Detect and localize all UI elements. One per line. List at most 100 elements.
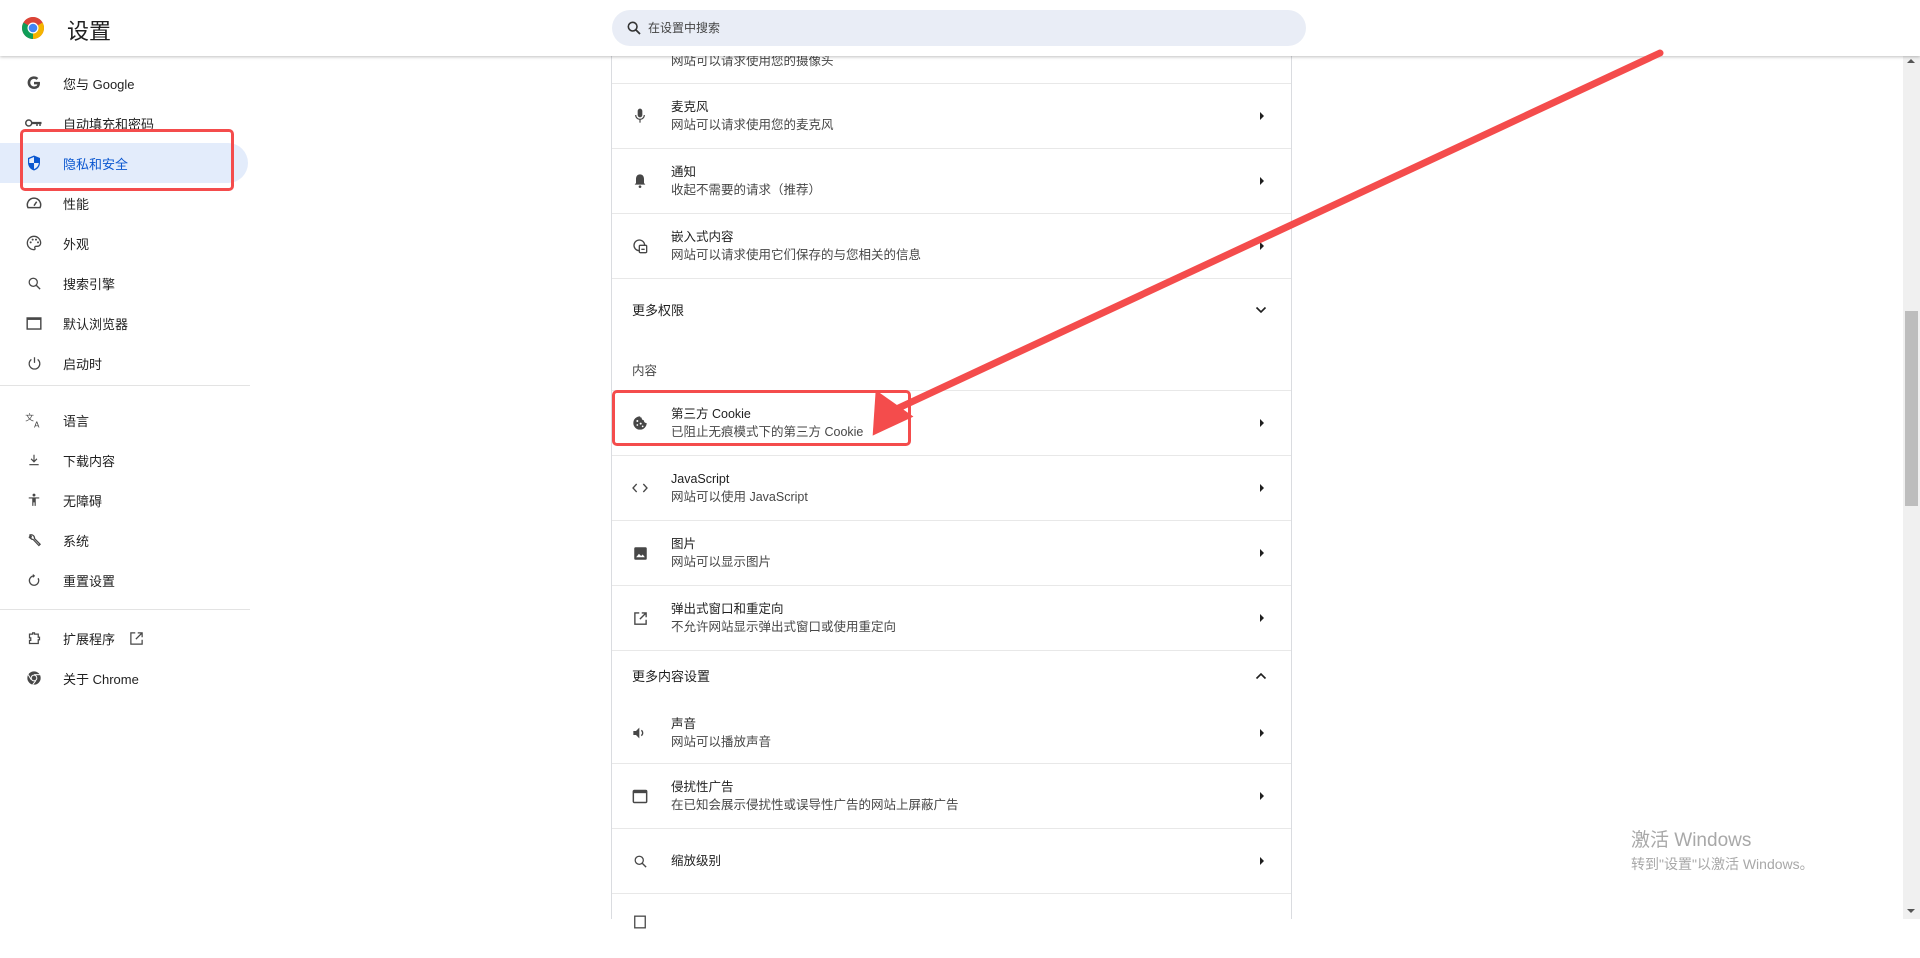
wrench-icon [24, 530, 44, 550]
windows-activation-watermark: 激活 Windows 转到"设置"以激活 Windows。 [1631, 825, 1814, 874]
code-icon [630, 478, 650, 498]
row-title: 缩放级别 [671, 854, 722, 868]
notifications-row[interactable]: 通知收起不需要的请求（推荐） [612, 148, 1291, 213]
arrow-right-icon [1260, 549, 1264, 557]
sidebar-item-accessibility[interactable]: 无障碍 [0, 480, 248, 520]
arrow-right-icon [1260, 112, 1264, 120]
arrow-right-icon [1260, 177, 1264, 185]
reset-icon [24, 570, 44, 590]
sidebar-item-label: 搜索引擎 [63, 276, 116, 292]
scroll-up-arrow-icon[interactable] [1907, 59, 1915, 63]
arrow-right-icon [1260, 728, 1264, 737]
scroll-down-arrow-icon[interactable] [1907, 909, 1915, 913]
chevron-up-icon [1255, 672, 1267, 679]
row-subtitle: 网站可以显示图片 [671, 555, 772, 569]
sidebar-item-extensions[interactable]: 扩展程序 [0, 618, 248, 658]
sidebar-item-about-chrome[interactable]: 关于 Chrome [0, 658, 248, 698]
row-title: 通知 [671, 165, 697, 179]
bell-icon [630, 171, 650, 191]
embedded-content-icon [630, 236, 650, 256]
sidebar-item-performance[interactable]: 性能 [0, 183, 248, 223]
microphone-row[interactable]: 麦克风 网站可以请求使用您的麦克风 [612, 83, 1291, 148]
chrome-icon [24, 668, 44, 688]
sidebar-item-label: 无障碍 [63, 493, 103, 509]
sidebar-item-label: 外观 [63, 236, 90, 252]
browser-window-icon [24, 313, 44, 333]
row-subtitle: 网站可以请求使用它们保存的与您相关的信息 [671, 248, 922, 262]
sound-row[interactable]: 声音网站可以播放声音 [612, 700, 1291, 765]
sidebar-item-you-and-google[interactable]: 您与 Google [0, 63, 248, 103]
images-row[interactable]: 图片网站可以显示图片 [612, 520, 1291, 585]
more-content-settings-label: 更多内容设置 [632, 669, 711, 684]
sidebar-item-on-startup[interactable]: 启动时 [0, 343, 248, 383]
row-subtitle: 不允许网站显示弹出式窗口或使用重定向 [671, 620, 897, 634]
arrow-right-icon [1260, 242, 1264, 250]
row-title: JavaScript [671, 472, 730, 486]
row-title: 图片 [671, 537, 697, 551]
sidebar-item-system[interactable]: 系统 [0, 520, 248, 560]
sidebar-item-label: 自动填充和密码 [63, 116, 155, 132]
sidebar-item-search-engine[interactable]: 搜索引擎 [0, 263, 248, 303]
arrow-right-icon [1260, 792, 1264, 800]
page-scrollbar[interactable] [1903, 56, 1920, 919]
popups-redirects-row[interactable]: 弹出式窗口和重定向不允许网站显示弹出式窗口或使用重定向 [612, 585, 1291, 650]
scroll-thumb[interactable] [1905, 311, 1918, 506]
zoom-levels-row[interactable]: 缩放级别 [612, 828, 1291, 893]
image-icon [630, 543, 650, 563]
search-box[interactable] [612, 10, 1306, 46]
sidebar-item-languages[interactable]: 文A 语言 [0, 400, 248, 440]
row-title: 麦克风 [671, 100, 709, 114]
sidebar-item-privacy-security[interactable]: 隐私和安全 [0, 143, 248, 183]
sidebar-item-reset-settings[interactable]: 重置设置 [0, 560, 248, 600]
sidebar-item-label: 性能 [63, 196, 90, 212]
svg-text:文: 文 [25, 412, 34, 424]
svg-text:A: A [34, 420, 40, 428]
arrow-right-icon [1260, 614, 1264, 622]
document-icon [630, 912, 650, 932]
accessibility-icon [24, 490, 44, 510]
sidebar-item-appearance[interactable]: 外观 [0, 223, 248, 263]
more-content-settings-toggle[interactable]: 更多内容设置 [612, 650, 1291, 700]
sidebar-item-label: 启动时 [63, 356, 103, 372]
row-title: 弹出式窗口和重定向 [671, 602, 784, 616]
more-permissions-toggle[interactable]: 更多权限 [612, 278, 1291, 340]
embedded-content-row[interactable]: 嵌入式内容 网站可以请求使用它们保存的与您相关的信息 [612, 213, 1291, 278]
third-party-cookies-row[interactable]: 第三方 Cookie 已阻止无痕模式下的第三方 Cookie [612, 390, 1291, 455]
sidebar-item-label: 扩展程序 [63, 631, 116, 647]
row-title: 声音 [671, 716, 697, 731]
sidebar-item-label: 默认浏览器 [63, 316, 129, 332]
row-title: 第三方 Cookie [671, 407, 751, 421]
open-in-new-icon [630, 608, 650, 628]
power-icon [24, 353, 44, 373]
sidebar-item-default-browser[interactable]: 默认浏览器 [0, 303, 248, 343]
arrow-right-icon [1260, 419, 1264, 427]
microphone-icon [630, 106, 650, 126]
search-icon [24, 273, 44, 293]
sidebar-item-label: 下载内容 [63, 453, 116, 469]
row-subtitle: 在已知会展示侵扰性或误导性广告的网站上屏蔽广告 [671, 798, 959, 812]
watermark-line2: 转到"设置"以激活 Windows。 [1631, 856, 1814, 872]
sidebar-divider [0, 609, 250, 610]
speedometer-icon [24, 193, 44, 213]
next-row-partial[interactable] [612, 893, 1291, 958]
arrow-right-icon [1260, 857, 1264, 865]
row-subtitle: 网站可以播放声音 [671, 734, 772, 749]
arrow-right-icon [1260, 484, 1264, 492]
extension-icon [24, 628, 44, 648]
sidebar-item-label: 关于 Chrome [63, 671, 139, 687]
page-title: 设置 [67, 19, 112, 44]
intrusive-ads-row[interactable]: 侵扰性广告 在已知会展示侵扰性或误导性广告的网站上屏蔽广告 [612, 763, 1291, 828]
open-in-new-icon [129, 631, 144, 646]
row-subtitle: 收起不需要的请求（推荐） [671, 183, 822, 197]
sidebar-item-label: 重置设置 [63, 573, 116, 589]
search-input[interactable] [648, 21, 1248, 35]
sidebar-divider [0, 385, 250, 386]
sidebar-item-autofill[interactable]: 自动填充和密码 [0, 103, 248, 143]
content-section-title: 内容 [632, 364, 658, 378]
key-icon [24, 113, 44, 133]
javascript-row[interactable]: JavaScript 网站可以使用 JavaScript [612, 455, 1291, 520]
sidebar-item-label: 语言 [63, 413, 90, 429]
cookie-icon [630, 413, 650, 433]
sidebar-item-downloads[interactable]: 下载内容 [0, 440, 248, 480]
header: 设置 [0, 0, 1920, 56]
